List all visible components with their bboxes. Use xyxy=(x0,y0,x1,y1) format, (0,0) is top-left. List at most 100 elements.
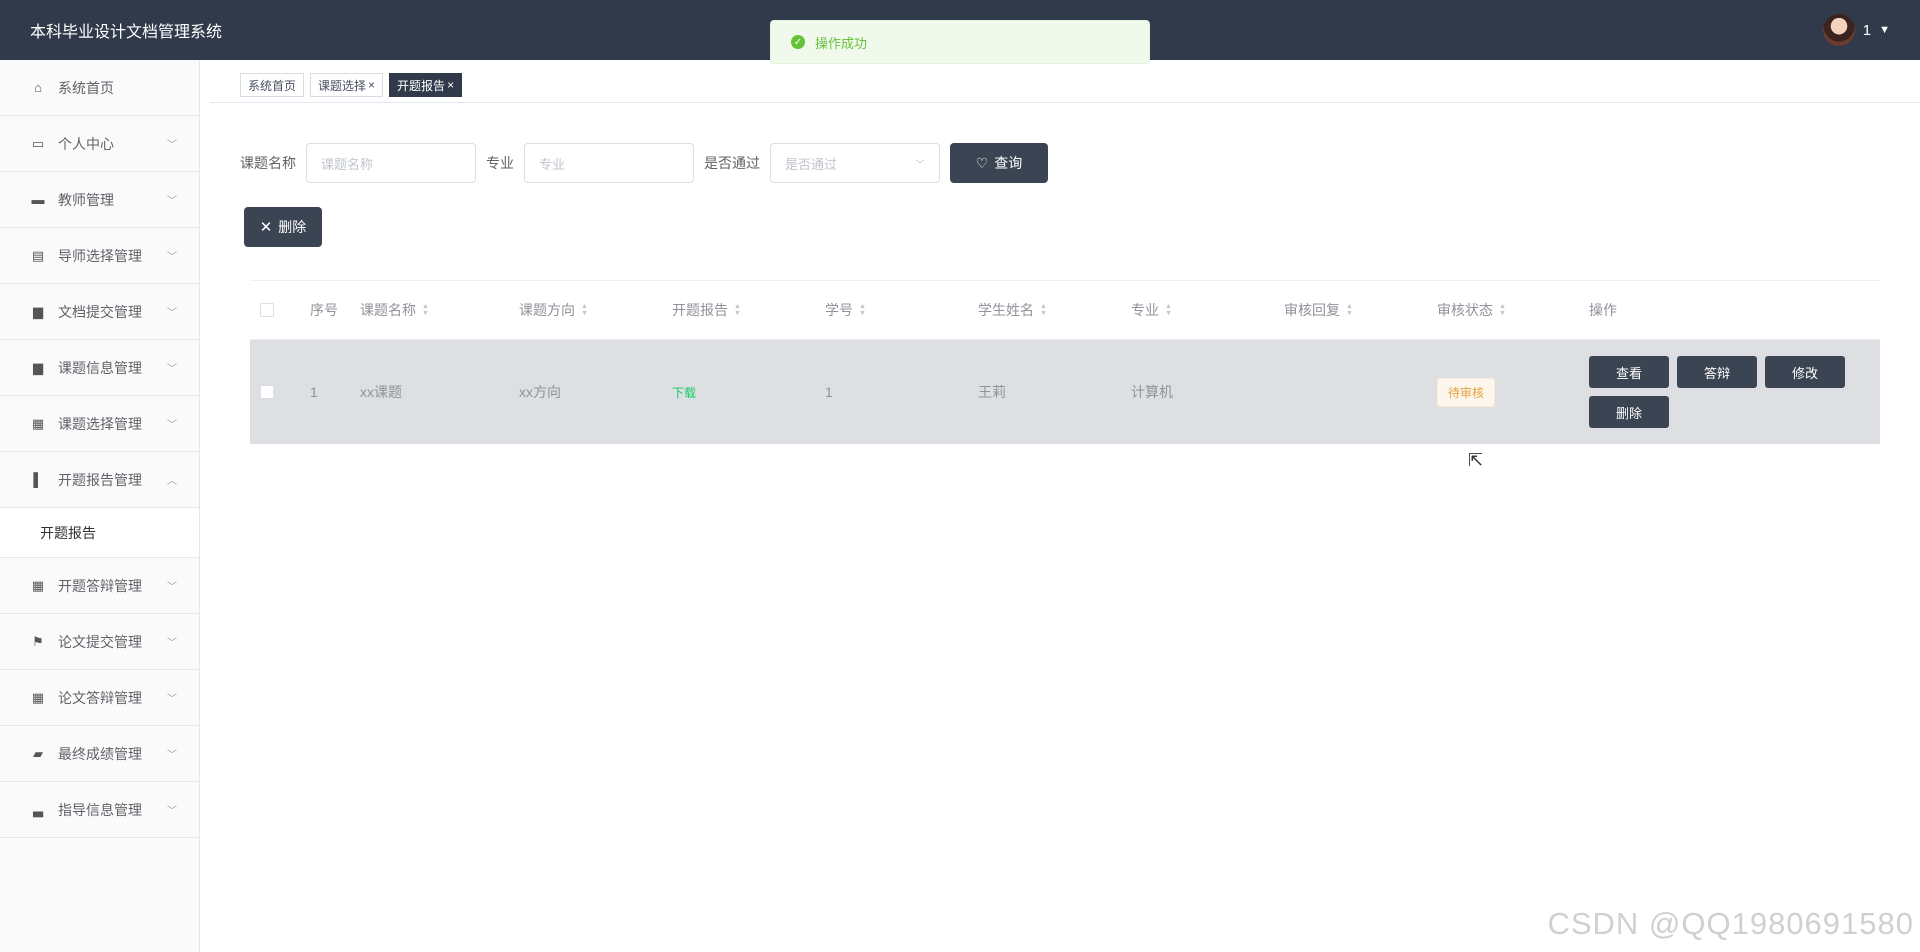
cell-index: 1 xyxy=(310,384,318,400)
edit-button[interactable]: 修改 xyxy=(1765,356,1845,388)
sidebar-item-label: 个人中心 xyxy=(58,135,114,152)
app-title: 本科毕业设计文档管理系统 xyxy=(30,24,223,41)
row-checkbox[interactable] xyxy=(260,385,274,399)
sidebar-item-label: 课题选择管理 xyxy=(58,415,142,432)
desktop-icon: ▃ xyxy=(33,801,43,817)
delete-button[interactable]: ✕ 删除 xyxy=(244,207,322,247)
topic-input[interactable]: 课题名称 xyxy=(306,143,476,183)
chevron-down-icon: ﹀ xyxy=(167,140,177,151)
view-button[interactable]: 查看 xyxy=(1589,356,1669,388)
sidebar-subitem-label: 开题报告 xyxy=(40,524,96,541)
cell-major: 计算机 xyxy=(1131,384,1173,400)
success-toast: ✓ 操作成功 xyxy=(770,20,1150,64)
cell-topic: xx课题 xyxy=(360,384,402,400)
major-label: 专业 xyxy=(486,155,514,171)
header-student-name[interactable]: 学生姓名 ▲ ▼ xyxy=(978,300,1131,320)
tab-topic-selection[interactable]: 课题选择 × xyxy=(310,73,384,97)
home-icon: ⌂ xyxy=(34,80,42,95)
flag-icon: ⚑ xyxy=(32,633,44,649)
download-link[interactable]: 下载 xyxy=(672,384,696,401)
sidebar-item-guidance-info[interactable]: ▃ 指导信息管理 ﹀ xyxy=(0,782,199,838)
proposal-table: 序号 课题名称 ▲ ▼ 课题方向 ▲ ▼ 开题报告 ▲ ▼ 学号 ▲ ▼ 学生姓名 ▲ ▼ 专业 ▲ ▼… xyxy=(250,280,1880,444)
sidebar-item-home[interactable]: ⌂ 系统首页 xyxy=(0,60,199,116)
chevron-down-icon: ﹀ xyxy=(167,582,177,593)
heart-icon: ♡ xyxy=(975,154,989,171)
sort-icon: ▲ ▼ xyxy=(1346,303,1353,317)
topic-label: 课题名称 xyxy=(240,155,296,171)
sidebar-item-doc-submission[interactable]: ▆ 文档提交管理 ﹀ xyxy=(0,284,199,340)
sidebar-item-label: 教师管理 xyxy=(58,191,114,208)
grid-icon: ▦ xyxy=(31,689,45,705)
header-major[interactable]: 专业 ▲ ▼ xyxy=(1131,300,1284,320)
sort-icon: ▲ ▼ xyxy=(734,303,741,317)
close-icon: ✕ xyxy=(259,219,273,236)
chevron-down-icon: ﹀ xyxy=(167,308,177,319)
sidebar-item-tutor-selection[interactable]: ▤ 导师选择管理 ﹀ xyxy=(0,228,199,284)
user-name[interactable]: 1 xyxy=(1863,22,1871,39)
sidebar-item-topic-info[interactable]: ▆ 课题信息管理 ﹀ xyxy=(0,340,199,396)
sidebar-item-label: 课题信息管理 xyxy=(58,359,142,376)
sidebar-item-teachers[interactable]: ▬ 教师管理 ﹀ xyxy=(0,172,199,228)
sidebar-item-thesis-defense[interactable]: ▦ 论文答辩管理 ﹀ xyxy=(0,670,199,726)
check-circle-icon: ✓ xyxy=(791,35,805,49)
toast-message: 操作成功 xyxy=(815,35,868,51)
table-header: 序号 课题名称 ▲ ▼ 课题方向 ▲ ▼ 开题报告 ▲ ▼ 学号 ▲ ▼ 学生姓名 ▲ ▼ 专业 ▲ ▼… xyxy=(250,280,1880,340)
passed-select[interactable]: 是否通过 ﹀ xyxy=(770,143,940,183)
id-card-icon: ▭ xyxy=(31,135,45,151)
topic-placeholder: 课题名称 xyxy=(321,156,374,172)
tabs-divider xyxy=(210,102,1920,103)
sidebar-item-topic-selection[interactable]: ▦ 课题选择管理 ﹀ xyxy=(0,396,199,452)
major-placeholder: 专业 xyxy=(539,156,566,172)
avatar[interactable] xyxy=(1822,14,1855,46)
sidebar-item-proposal-report[interactable]: ▌ 开题报告管理 ︿ xyxy=(0,452,199,508)
header-student-id[interactable]: 学号 ▲ ▼ xyxy=(825,300,978,320)
chevron-up-icon: ︿ xyxy=(167,476,177,487)
sidebar-item-label: 开题答辩管理 xyxy=(58,577,142,594)
sort-icon: ▲ ▼ xyxy=(859,303,866,317)
close-icon[interactable]: × xyxy=(368,78,375,92)
sidebar-item-label: 最终成绩管理 xyxy=(58,745,142,762)
monitor-icon: ▆ xyxy=(33,303,43,319)
header-status[interactable]: 审核状态 ▲ ▼ xyxy=(1437,300,1589,320)
sidebar-subitem-proposal[interactable]: 开题报告 xyxy=(0,508,199,558)
user-menu[interactable]: 1 ▼ xyxy=(1822,14,1890,46)
sidebar-item-final-grades[interactable]: ▰ 最终成绩管理 ﹀ xyxy=(0,726,199,782)
delete-button-label: 删除 xyxy=(278,219,307,235)
header-ops: 操作 xyxy=(1589,302,1617,318)
defense-button[interactable]: 答辩 xyxy=(1677,356,1757,388)
monitor-icon: ▆ xyxy=(33,359,43,375)
status-badge: 待审核 xyxy=(1437,377,1496,407)
header-reply[interactable]: 审核回复 ▲ ▼ xyxy=(1284,300,1437,320)
tab-proposal-report[interactable]: 开题报告 × xyxy=(389,73,463,97)
sidebar-item-proposal-defense[interactable]: ▦ 开题答辩管理 ﹀ xyxy=(0,558,199,614)
sidebar-item-thesis-submission[interactable]: ⚑ 论文提交管理 ﹀ xyxy=(0,614,199,670)
chevron-down-icon: ﹀ xyxy=(167,750,177,761)
major-input[interactable]: 专业 xyxy=(524,143,694,183)
sidebar: ⌂ 系统首页 ▭ 个人中心 ﹀ ▬ 教师管理 ﹀ ▤ 导师选择管理 ﹀ ▆ 文档… xyxy=(0,60,200,952)
sort-icon: ▲ ▼ xyxy=(422,303,429,317)
cell-direction: xx方向 xyxy=(519,384,561,400)
grid-icon: ▦ xyxy=(31,577,45,593)
header-topic[interactable]: 课题名称 ▲ ▼ xyxy=(360,300,519,320)
sidebar-item-label: 指导信息管理 xyxy=(58,801,142,818)
sort-icon: ▲ ▼ xyxy=(1165,303,1172,317)
select-all-checkbox[interactable] xyxy=(260,303,274,317)
query-button[interactable]: ♡ 查询 xyxy=(950,143,1048,183)
close-icon[interactable]: × xyxy=(447,78,454,92)
chevron-down-icon: ﹀ xyxy=(915,159,925,171)
header-direction[interactable]: 课题方向 ▲ ▼ xyxy=(519,300,672,320)
trend-icon: ▰ xyxy=(33,745,43,761)
sidebar-item-personal[interactable]: ▭ 个人中心 ﹀ xyxy=(0,116,199,172)
passed-label: 是否通过 xyxy=(704,155,760,171)
tab-home[interactable]: 系统首页 xyxy=(240,73,305,97)
header-index: 序号 xyxy=(310,302,338,318)
header-report[interactable]: 开题报告 ▲ ▼ xyxy=(672,300,825,320)
cell-student-id: 1 xyxy=(825,384,833,400)
row-actions: 查看 答辩 修改 删除 xyxy=(1589,356,1859,428)
passed-placeholder: 是否通过 xyxy=(785,156,838,172)
tab-label: 系统首页 xyxy=(248,78,297,93)
row-delete-button[interactable]: 删除 xyxy=(1589,396,1669,428)
caret-down-icon[interactable]: ▼ xyxy=(1879,24,1890,36)
tag-tabs: 系统首页 课题选择 × 开题报告 × xyxy=(240,73,463,97)
table-row: 1 xx课题 xx方向 下载 1 王莉 计算机 待审核 查看 答辩 修改 删除 xyxy=(250,340,1880,444)
